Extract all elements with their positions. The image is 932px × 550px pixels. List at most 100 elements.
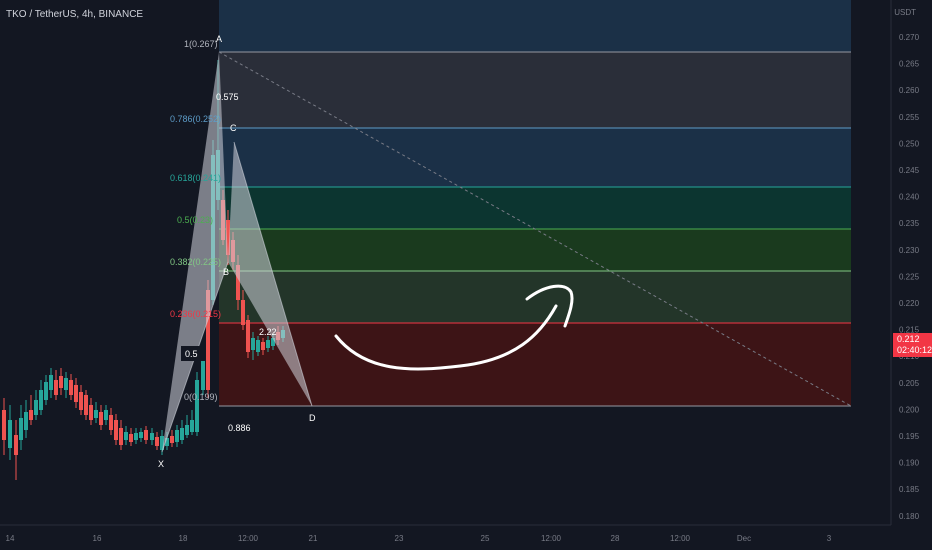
- candle-body: [241, 300, 245, 325]
- candle-body: [79, 392, 83, 410]
- candle-body: [134, 433, 138, 440]
- fib-label-0786: 0.786(0.252): [170, 114, 221, 124]
- candle-body: [2, 410, 6, 440]
- candle-body: [39, 390, 43, 410]
- fib-zone-1-0786: [219, 52, 851, 128]
- price-tick-label: 0.235: [899, 219, 920, 228]
- candle-body: [64, 378, 68, 390]
- price-tick-label: 0.270: [899, 33, 920, 42]
- candle-body: [99, 412, 103, 425]
- candle-body: [89, 405, 93, 420]
- candle-body: [8, 420, 12, 448]
- candle-body: [170, 436, 174, 443]
- candle-body: [104, 410, 108, 420]
- price-axis-unit: USDT: [894, 8, 916, 17]
- ratio-label-xab: 0.575: [216, 92, 239, 102]
- time-axis[interactable]: 14 16 18 12:00 21 23 25 12:00 28 12:00 Dec 3: [6, 534, 832, 543]
- candle-body: [185, 425, 189, 435]
- candle-body: [195, 380, 199, 432]
- price-chart[interactable]: 1(0.267) 0.786(0.252) 0.618(0.241) 0.5(0…: [0, 0, 932, 550]
- fib-label-0382: 0.382(0.225): [170, 257, 221, 267]
- price-tick-label: 0.220: [899, 299, 920, 308]
- time-tick-label: 12:00: [238, 534, 259, 543]
- price-tick-label: 0.195: [899, 432, 920, 441]
- candle-body: [54, 380, 58, 395]
- time-tick-label: 18: [179, 534, 188, 543]
- time-tick-label: 12:00: [670, 534, 691, 543]
- candle-body: [155, 437, 159, 446]
- price-tick-label: 0.245: [899, 166, 920, 175]
- candle-body: [44, 382, 48, 400]
- candle-body: [144, 430, 148, 440]
- pattern-point-x: X: [158, 459, 164, 469]
- price-tick-label: 0.250: [899, 139, 920, 148]
- price-tick-label: 0.200: [899, 405, 920, 414]
- candle-body: [180, 428, 184, 440]
- time-tick-label: 12:00: [541, 534, 562, 543]
- price-tick-label: 0.225: [899, 272, 920, 281]
- candle-body: [251, 338, 255, 350]
- candle-body: [59, 376, 63, 388]
- time-tick-label: 3: [827, 534, 832, 543]
- price-tick-label: 0.230: [899, 246, 920, 255]
- time-tick-label: 28: [611, 534, 620, 543]
- pattern-point-c: C: [230, 123, 237, 133]
- candle-body: [109, 415, 113, 430]
- price-tick-label: 0.190: [899, 459, 920, 468]
- price-tick-label: 0.240: [899, 193, 920, 202]
- candle-body: [24, 412, 28, 430]
- candle-body: [150, 433, 154, 440]
- chart-window[interactable]: 1(0.267) 0.786(0.252) 0.618(0.241) 0.5(0…: [0, 0, 932, 550]
- ratio-label-abc: 0.5: [185, 349, 198, 359]
- candle-body: [29, 410, 33, 420]
- candle-body: [84, 395, 88, 415]
- fib-zone-0786-0618: [219, 128, 851, 187]
- fib-label-05: 0.5(0.23): [177, 215, 213, 225]
- ratio-label-xad: 0.886: [228, 423, 251, 433]
- time-tick-label: 16: [93, 534, 102, 543]
- candle-body: [49, 375, 53, 390]
- fib-zone-top: [219, 0, 851, 52]
- candle-body: [261, 342, 265, 350]
- time-tick-label: 14: [6, 534, 15, 543]
- time-tick-label: 23: [395, 534, 404, 543]
- candle-body: [266, 340, 270, 348]
- candle-body: [34, 400, 38, 415]
- symbol-title[interactable]: TKO / TetherUS, 4h, BINANCE: [6, 9, 143, 20]
- bar-countdown: 02:40:12: [897, 345, 932, 355]
- price-tick-label: 0.255: [899, 113, 920, 122]
- pattern-point-d: D: [309, 413, 316, 423]
- price-tick-label: 0.180: [899, 512, 920, 521]
- last-price-tag: 0.212 02:40:12: [893, 333, 932, 357]
- candle-body: [256, 340, 260, 352]
- candle-body: [139, 432, 143, 438]
- candle-body: [190, 420, 194, 432]
- pattern-point-a: A: [216, 34, 222, 44]
- candle-body: [19, 418, 23, 440]
- candle-body: [119, 428, 123, 445]
- fib-label-0618: 0.618(0.241): [170, 173, 221, 183]
- candle-body: [129, 434, 133, 442]
- price-tick-label: 0.185: [899, 485, 920, 494]
- fib-label-0236: 0.236(0.215): [170, 309, 221, 319]
- candle-body: [246, 320, 250, 352]
- price-tick-label: 0.205: [899, 379, 920, 388]
- candle-body: [69, 380, 73, 395]
- candle-body: [175, 430, 179, 442]
- candle-body: [74, 385, 78, 402]
- price-tick-label: 0.265: [899, 60, 920, 69]
- price-axis[interactable]: 0.270 0.265 0.260 0.255 0.250 0.245 0.240 0.235…: [899, 33, 920, 521]
- fib-label-0: 0(0.199): [184, 392, 218, 402]
- time-tick-label: Dec: [737, 534, 751, 543]
- price-tick-label: 0.260: [899, 86, 920, 95]
- fib-label-1: 1(0.267): [184, 39, 218, 49]
- time-tick-label: 21: [309, 534, 318, 543]
- candle-body: [94, 410, 98, 418]
- fib-zone-05-0382: [219, 229, 851, 271]
- time-tick-label: 25: [481, 534, 490, 543]
- candle-body: [14, 435, 18, 455]
- fib-zone-0382-0236: [219, 271, 851, 323]
- last-price-value: 0.212: [897, 334, 920, 344]
- ratio-label-bcd: 2.22: [259, 327, 277, 337]
- candle-body: [124, 432, 128, 440]
